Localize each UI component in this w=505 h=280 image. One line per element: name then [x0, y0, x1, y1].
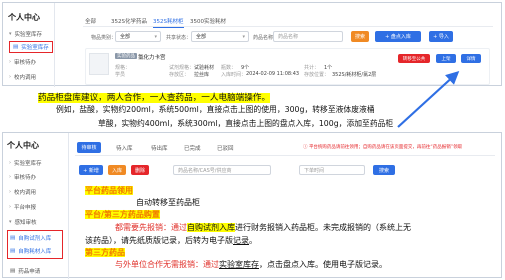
info-icon: ⓘ: [303, 145, 308, 150]
note-heading-purchase: 平台/第三方药品购置: [85, 210, 160, 219]
sidebar-item-lab-stock[interactable]: › 实验室库存: [9, 159, 42, 167]
tab-pending-review[interactable]: 待审核: [77, 142, 101, 153]
search-button[interactable]: 搜索: [373, 165, 395, 175]
chevron-right-icon: ›: [9, 204, 11, 210]
chevron-right-icon: ›: [9, 160, 11, 166]
stock-in-button[interactable]: 入库: [108, 165, 126, 175]
tab-rejected[interactable]: 已驳回: [217, 144, 234, 152]
sidebar-item-campus-transfer[interactable]: › 校内调用: [9, 188, 36, 196]
add-button[interactable]: + 新增: [79, 165, 103, 175]
note-heading-third-party: 第三方药品: [85, 248, 125, 257]
file-icon: ▤: [10, 235, 16, 241]
note-text-purchase-1: 都需要先报销：通过自购试剂入库进行财务报销入药品柜。未完成报销的（系统上无: [115, 223, 411, 232]
tab-pending-in[interactable]: 待入库: [116, 144, 133, 152]
file-icon: ▤: [10, 268, 16, 274]
bottom-sidebar: 个人中心 › 实验室库存 › 审核待办 › 校内调用 › 平台申报 ▾ 感知审核…: [3, 133, 69, 279]
sidebar-title: 个人中心: [7, 141, 39, 150]
order-date-input[interactable]: 下单时间: [299, 165, 365, 175]
sidebar-item-self-consumable[interactable]: ▤ 自购耗材入库: [10, 247, 51, 255]
tab-pending-out[interactable]: 待出库: [151, 144, 168, 152]
drug-search-input[interactable]: 药品名称/CAS号/供应商: [173, 165, 271, 175]
delete-button[interactable]: 删除: [131, 165, 149, 175]
chevron-right-icon: ›: [9, 174, 11, 180]
file-icon: ▤: [10, 248, 16, 254]
bottom-screenshot: 个人中心 › 实验室库存 › 审核待办 › 校内调用 › 平台申报 ▾ 感知审核…: [2, 132, 502, 279]
sidebar-item-self-reagent[interactable]: ▤ 自购试剂入库: [10, 234, 51, 242]
sidebar-item-audit[interactable]: ▾ 感知审核: [9, 218, 37, 226]
sidebar-item-drug-apply[interactable]: ▤ 药品申请: [10, 267, 40, 275]
tab-done[interactable]: 已完成: [184, 144, 201, 152]
sidebar-item-platform[interactable]: › 平台申报: [9, 203, 36, 211]
tabs-divider: [75, 155, 495, 156]
warning-text: ⓘ 平台统购药品请前往领用；自购药品请在该页面提交，再前往“药品报销”领取: [303, 145, 463, 150]
chevron-down-icon: ▾: [9, 219, 12, 225]
sidebar-item-review[interactable]: › 审核待办: [9, 173, 36, 181]
note-text-purchase-2: 该药品），请先纸质版记录，后转为电子版记录。: [85, 236, 257, 245]
chevron-right-icon: ›: [9, 189, 11, 195]
note-heading-platform: 平台药品领用: [85, 186, 133, 195]
note-text-platform: 自动转移至药品柜: [136, 198, 200, 207]
note-text-third-party: 与外单位合作无需报销：通过实验室库存，点击盘点入库。使用电子版记录。: [115, 260, 387, 269]
